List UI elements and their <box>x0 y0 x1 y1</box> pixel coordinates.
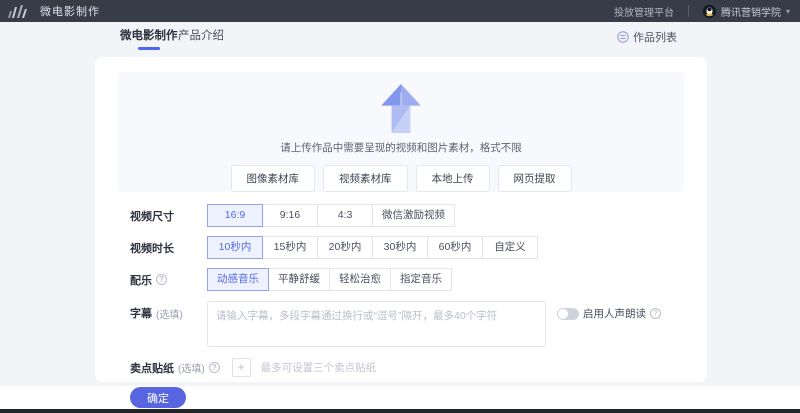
confirm-button[interactable]: 确定 <box>130 387 186 408</box>
brand-stripes-logo-icon <box>8 4 28 18</box>
works-list-link[interactable]: 作品列表 <box>617 22 677 52</box>
video-duration-row: 视频时长 10秒内 15秒内 20秒内 30秒内 60秒内 自定义 <box>130 236 538 259</box>
platform-link[interactable]: 投放管理平台 <box>614 4 674 19</box>
topbar: 微电影制作 投放管理平台 腾讯营销学院 ▾ <box>0 0 800 22</box>
voice-toggle-knob <box>558 308 568 319</box>
sticker-label-text: 卖点贴纸 <box>130 362 174 375</box>
sticker-label: 卖点贴纸 (选填) ? <box>130 360 220 376</box>
duration-option-15s[interactable]: 15秒内 <box>262 236 318 259</box>
duration-option-20s[interactable]: 20秒内 <box>317 236 373 259</box>
video-size-row: 视频尺寸 16:9 9:16 4:3 微信激励视频 <box>130 204 455 227</box>
video-size-options: 16:9 9:16 4:3 微信激励视频 <box>207 204 455 227</box>
upload-hint: 请上传作品中需要呈现的视频和图片素材，格式不限 <box>280 142 522 154</box>
account-name[interactable]: 腾讯营销学院 <box>721 4 781 19</box>
music-option-specified[interactable]: 指定音乐 <box>390 268 452 291</box>
main-card: 请上传作品中需要呈现的视频和图片素材，格式不限 图像素材库 视频素材库 本地上传… <box>95 57 707 382</box>
sticker-hint: 最多可设置三个卖点贴纸 <box>260 362 377 374</box>
music-row: 配乐 ? 动感音乐 平静舒缓 轻松治愈 指定音乐 <box>130 268 452 291</box>
duration-option-10s[interactable]: 10秒内 <box>207 236 263 259</box>
image-library-button[interactable]: 图像素材库 <box>230 165 315 192</box>
tabs-row: 微电影制作 产品介绍 作品列表 <box>0 22 800 54</box>
subtitle-label-text: 字幕 <box>130 308 152 320</box>
video-library-button[interactable]: 视频素材库 <box>323 165 408 192</box>
voice-toggle[interactable] <box>557 307 579 320</box>
list-circle-icon <box>617 31 629 43</box>
add-sticker-button[interactable]: + <box>231 358 251 377</box>
video-duration-options: 10秒内 15秒内 20秒内 30秒内 60秒内 自定义 <box>207 236 538 259</box>
music-option-dynamic[interactable]: 动感音乐 <box>207 268 269 291</box>
music-label: 配乐 ? <box>130 272 207 288</box>
music-option-relaxed[interactable]: 轻松治愈 <box>329 268 391 291</box>
footer-strip <box>0 409 800 413</box>
subtitle-row: 字幕 (选填) 启用人声朗读 ? <box>130 301 661 347</box>
upload-source-buttons: 图像素材库 视频素材库 本地上传 网页提取 <box>230 165 572 192</box>
subtitle-optional-tag: (选填) <box>156 309 183 321</box>
upload-dropzone[interactable]: 请上传作品中需要呈现的视频和图片素材，格式不限 图像素材库 视频素材库 本地上传… <box>118 72 684 192</box>
tab-micro-film[interactable]: 微电影制作 <box>120 22 178 52</box>
upload-arrow-icon <box>381 84 421 133</box>
sticker-optional-tag: (选填) <box>178 364 205 375</box>
voice-toggle-label: 启用人声朗读 <box>583 308 646 320</box>
duration-option-30s[interactable]: 30秒内 <box>372 236 428 259</box>
size-option-16-9[interactable]: 16:9 <box>207 204 263 227</box>
voice-toggle-block: 启用人声朗读 ? <box>557 306 661 321</box>
music-options: 动感音乐 平静舒缓 轻松治愈 指定音乐 <box>207 268 452 291</box>
size-option-4-3[interactable]: 4:3 <box>317 204 373 227</box>
works-list-label: 作品列表 <box>633 32 677 44</box>
size-option-wechat-incentive[interactable]: 微信激励视频 <box>372 204 455 227</box>
duration-option-custom[interactable]: 自定义 <box>482 236 538 259</box>
music-help-icon[interactable]: ? <box>156 274 167 285</box>
screen: 微电影制作 投放管理平台 腾讯营销学院 ▾ 微电影制作 产品介绍 作品列表 请上… <box>0 0 800 413</box>
avatar[interactable] <box>702 4 716 18</box>
video-duration-label: 视频时长 <box>130 242 174 255</box>
tab-product-intro[interactable]: 产品介绍 <box>178 22 224 52</box>
duration-option-60s[interactable]: 60秒内 <box>427 236 483 259</box>
webpage-extract-button[interactable]: 网页提取 <box>497 165 572 192</box>
music-option-calm[interactable]: 平静舒缓 <box>268 268 330 291</box>
video-size-label: 视频尺寸 <box>130 210 174 223</box>
subtitle-label: 字幕 (选填) <box>130 305 207 321</box>
footer-action-bar: 确定 <box>0 386 800 409</box>
voice-help-icon[interactable]: ? <box>650 308 661 319</box>
local-upload-button[interactable]: 本地上传 <box>415 165 490 192</box>
sticker-row: 卖点贴纸 (选填) ? + 最多可设置三个卖点贴纸 <box>130 358 376 377</box>
music-label-text: 配乐 <box>130 274 152 287</box>
caret-down-icon[interactable]: ▾ <box>786 7 790 16</box>
topbar-divider <box>687 5 689 17</box>
size-option-9-16[interactable]: 9:16 <box>262 204 318 227</box>
sticker-help-icon[interactable]: ? <box>208 362 220 373</box>
subtitle-textarea[interactable] <box>207 301 546 347</box>
app-title: 微电影制作 <box>40 6 100 18</box>
